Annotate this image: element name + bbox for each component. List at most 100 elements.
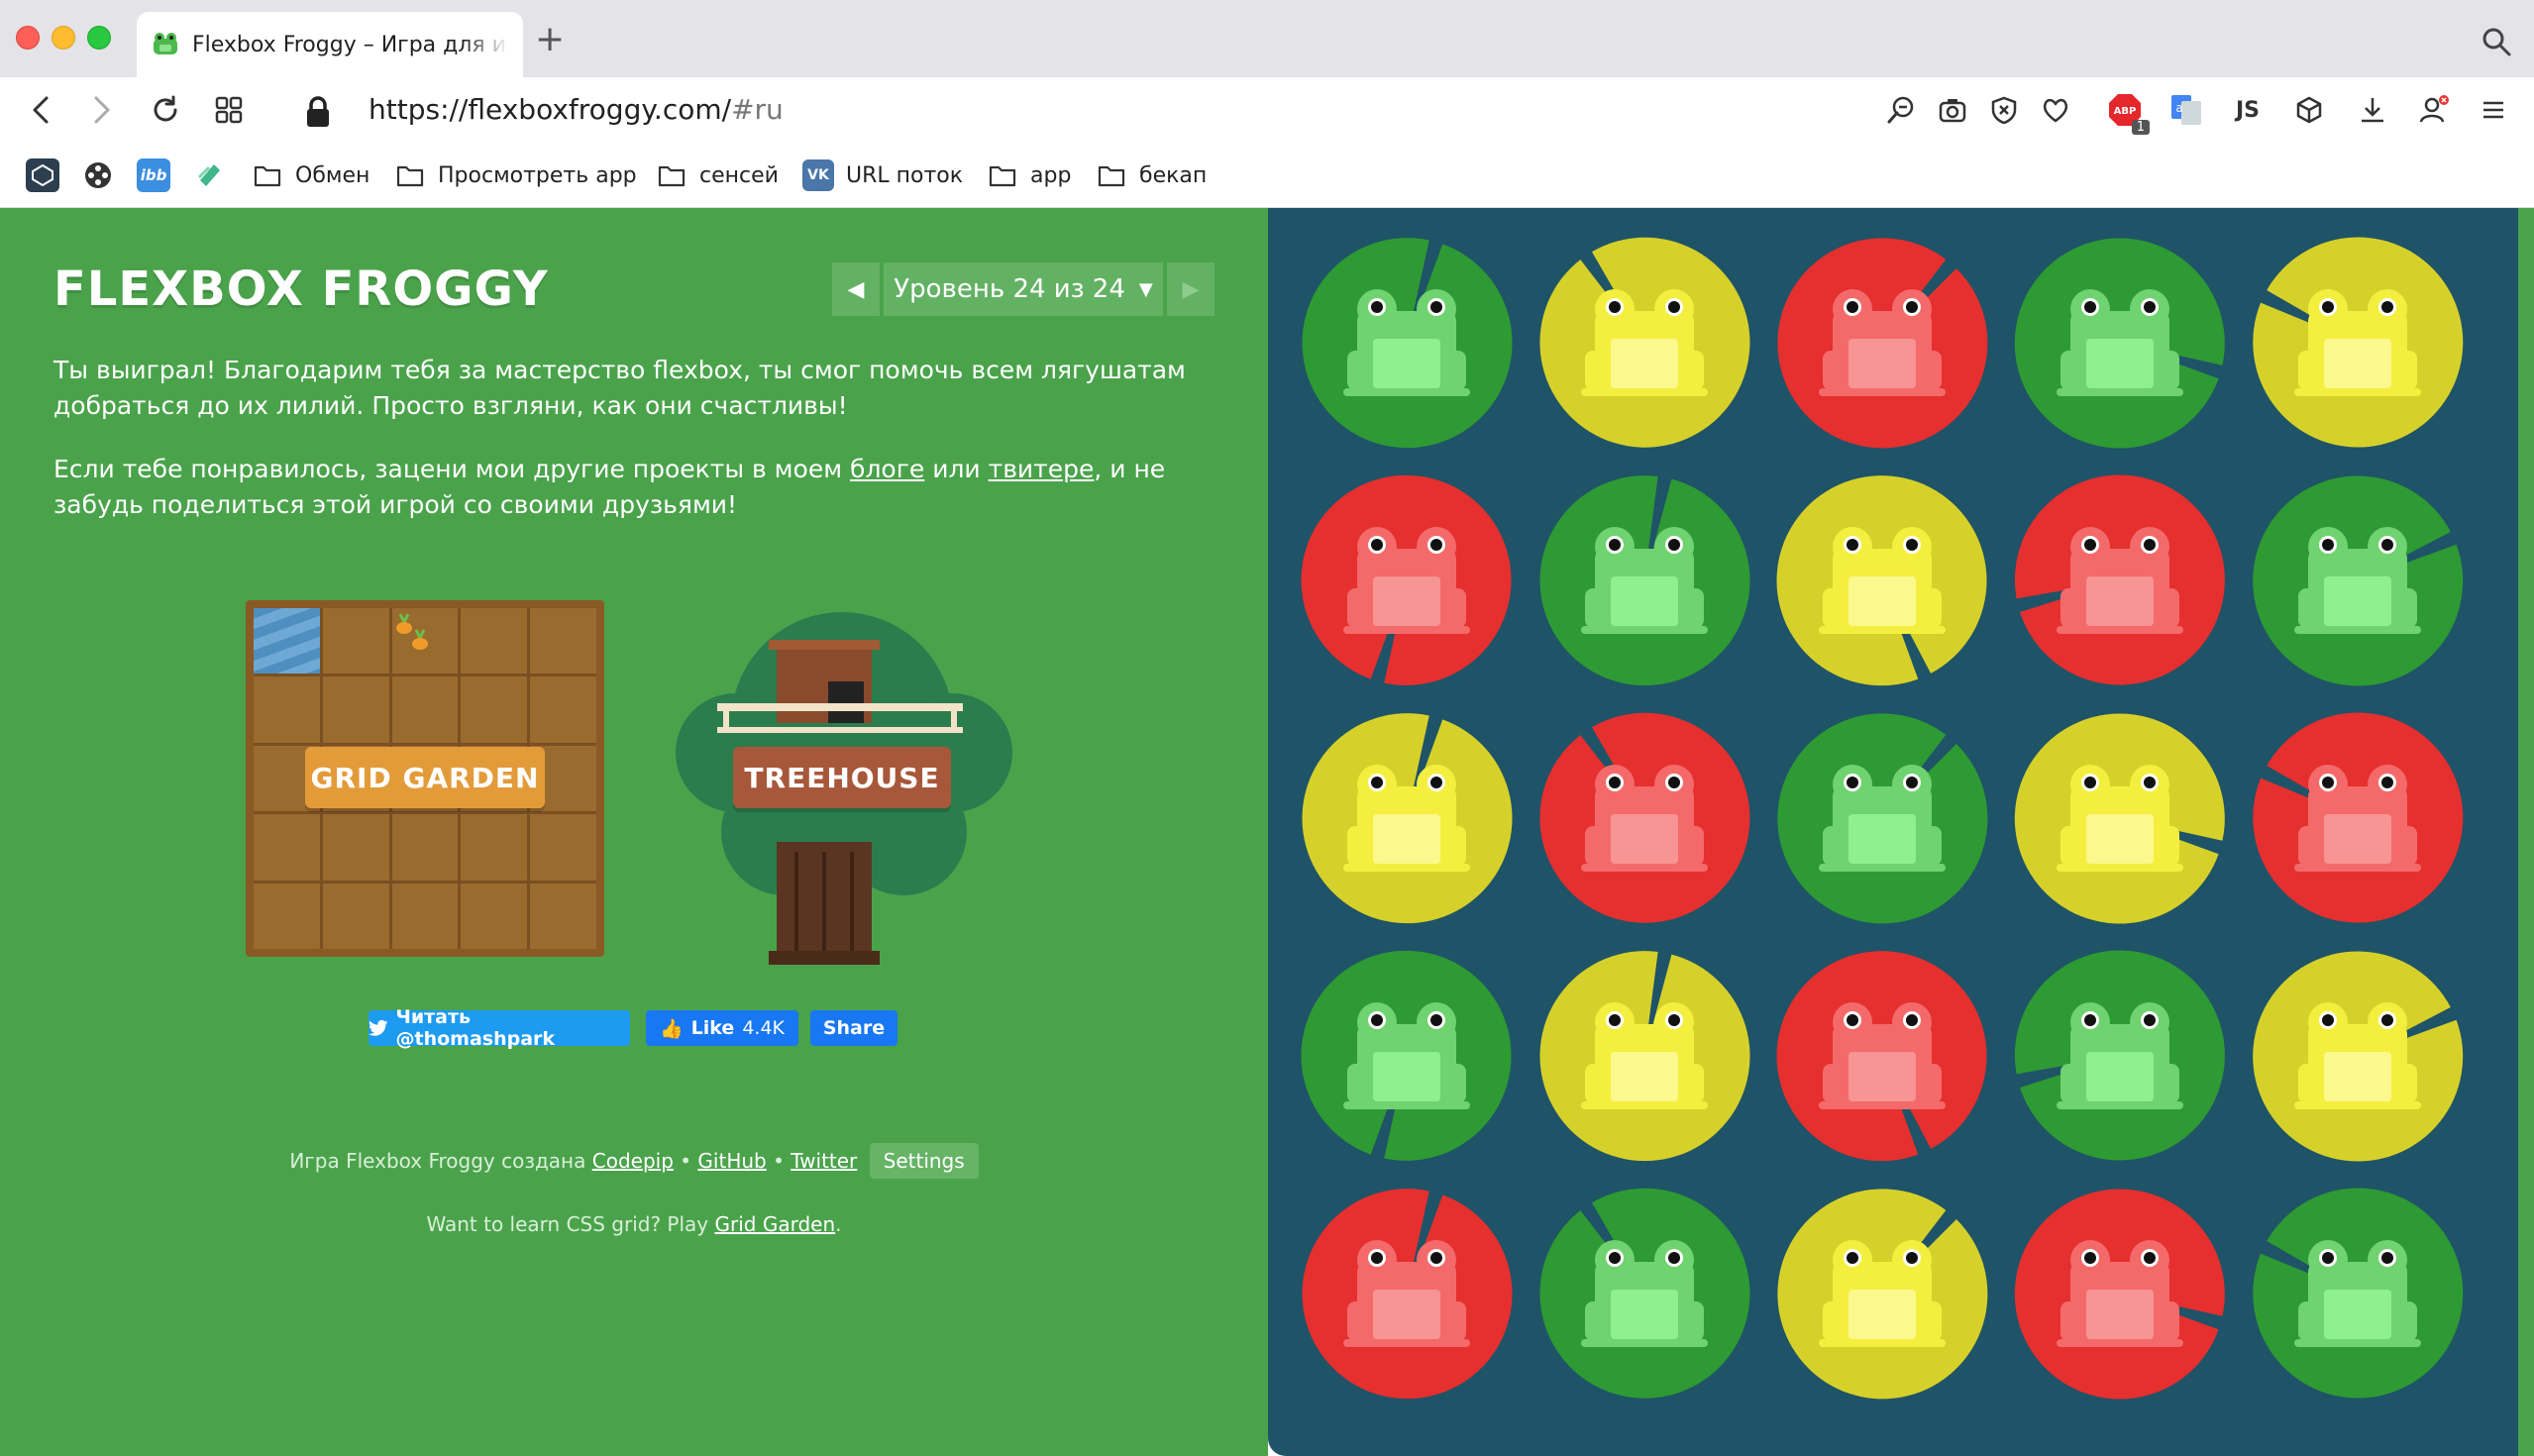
- water-tile: [254, 608, 320, 675]
- cube-icon[interactable]: [2290, 91, 2328, 129]
- tab-title: Flexbox Froggy – Игра для изучения CSS F…: [192, 32, 509, 57]
- win-message: Ты выиграл! Благодарим тебя за мастерств…: [53, 356, 1186, 420]
- twitter-link[interactable]: твитере: [989, 455, 1095, 483]
- menu-icon[interactable]: [2475, 91, 2512, 129]
- footer-prefix: Игра Flexbox Froggy создана: [289, 1149, 586, 1173]
- green-frog-on-lilypad: [1771, 707, 1993, 929]
- grid-garden-link[interactable]: Grid Garden: [715, 1212, 836, 1236]
- yellow-frog-on-lilypad: [1771, 469, 1993, 691]
- grid-garden-button[interactable]: GRID GARDEN: [305, 747, 545, 808]
- yellow-frog-on-lilypad: [1533, 232, 1755, 454]
- account-icon[interactable]: [2415, 91, 2453, 129]
- js-toggle[interactable]: JS: [2229, 91, 2267, 129]
- level-selector: ◀ Уровень 24 из 24 ▼ ▶: [832, 262, 1214, 316]
- translate-icon[interactable]: a: [2167, 91, 2205, 129]
- download-icon[interactable]: [2354, 91, 2391, 129]
- bookmark-label: Обмен: [295, 162, 370, 188]
- pond-board: [1268, 208, 2518, 1456]
- close-window-button[interactable]: [16, 26, 40, 50]
- like-count: 4.4K: [742, 1017, 785, 1039]
- bookmark-label: сенсей: [699, 162, 779, 188]
- green-frog-on-lilypad: [2009, 232, 2231, 454]
- carrot-icon: [396, 613, 428, 650]
- bookmark-url-stream[interactable]: VK URL поток: [802, 156, 963, 194]
- level-dropdown[interactable]: Уровень 24 из 24 ▼: [884, 262, 1163, 316]
- heart-icon[interactable]: [2037, 91, 2074, 129]
- film-reel-icon[interactable]: [81, 158, 115, 192]
- green-frog-on-lilypad: [1296, 232, 1518, 454]
- footer-promo-text: Want to learn CSS grid? Play: [426, 1212, 715, 1236]
- bookmark-sensei[interactable]: сенсей: [656, 156, 779, 194]
- back-arrow-icon[interactable]: [20, 89, 61, 131]
- reload-icon[interactable]: [145, 89, 186, 131]
- facebook-like-button[interactable]: 👍 Like 4.4K: [646, 1010, 798, 1046]
- green-frog-on-lilypad: [1296, 945, 1518, 1167]
- url-hash: #ru: [731, 93, 784, 126]
- codepip-link[interactable]: Codepip: [592, 1149, 674, 1173]
- blog-link[interactable]: блоге: [850, 455, 924, 483]
- prev-level-button[interactable]: ◀: [832, 262, 880, 316]
- red-frog-on-lilypad: [2009, 469, 2231, 691]
- tabs-grid-icon[interactable]: [208, 89, 250, 131]
- red-frog-on-lilypad: [1771, 945, 1993, 1167]
- pages-icon[interactable]: [192, 158, 226, 192]
- zoom-search-icon[interactable]: [1882, 91, 1920, 129]
- ibb-icon[interactable]: ibb: [137, 158, 170, 192]
- footer-grid-promo: Want to learn CSS grid? Play Grid Garden…: [0, 1212, 1268, 1236]
- yellow-frog-on-lilypad: [1771, 1183, 1993, 1404]
- red-frog-on-lilypad: [1296, 469, 1518, 691]
- treehouse-button[interactable]: TREEHOUSE: [733, 747, 951, 808]
- bookmark-label: URL поток: [846, 162, 964, 188]
- adblock-icon[interactable]: ABP 1: [2106, 91, 2150, 135]
- settings-button[interactable]: Settings: [869, 1143, 979, 1179]
- folder-icon: [394, 159, 426, 191]
- like-label: Like: [690, 1017, 735, 1039]
- browser-toolbar: https://flexboxfroggy.com/#ru ABP 1 a JS: [0, 77, 2534, 143]
- svg-text:a: a: [2175, 101, 2182, 115]
- vk-icon: VK: [802, 159, 834, 191]
- camera-icon[interactable]: [1934, 91, 1971, 129]
- bookmark-label: бекап: [1139, 162, 1208, 188]
- promo-message: Если тебе понравилось, зацени мои другие…: [53, 452, 1242, 523]
- red-frog-on-lilypad: [1296, 1183, 1518, 1404]
- twitter-follow-button[interactable]: Читать @thomashpark: [369, 1006, 630, 1050]
- github-link[interactable]: GitHub: [697, 1149, 766, 1173]
- new-tab-button[interactable]: +: [535, 22, 565, 57]
- red-frog-on-lilypad: [2009, 1183, 2231, 1404]
- browser-tab-active[interactable]: Flexbox Froggy – Игра для изучения CSS F…: [137, 12, 523, 77]
- caret-down-icon: ▼: [1138, 278, 1153, 300]
- facebook-share-button[interactable]: Share: [810, 1010, 897, 1046]
- codepen-icon[interactable]: [26, 158, 59, 192]
- zoom-window-button[interactable]: [87, 26, 111, 50]
- folder-icon: [252, 159, 283, 191]
- footer-separator: •: [773, 1149, 785, 1173]
- footer-separator: •: [680, 1149, 692, 1173]
- yellow-frog-on-lilypad: [2247, 232, 2469, 454]
- bookmark-obmen[interactable]: Обмен: [252, 156, 370, 194]
- folder-icon: [656, 159, 687, 191]
- bookmark-app[interactable]: app: [987, 156, 1071, 194]
- tab-search-icon[interactable]: [2481, 26, 2512, 57]
- promo-text-start: Если тебе понравилось, зацени мои другие…: [53, 455, 851, 483]
- frog-favicon-icon: [151, 32, 180, 57]
- address-bar[interactable]: https://flexboxfroggy.com/#ru: [369, 91, 784, 129]
- lock-icon[interactable]: [303, 95, 333, 129]
- page-content: FLEXBOX FROGGY ◀ Уровень 24 из 24 ▼ ▶ Ты…: [0, 208, 2534, 1456]
- minimize-window-button[interactable]: [52, 26, 75, 50]
- promo-text-or: или: [924, 455, 989, 483]
- next-level-button[interactable]: ▶: [1167, 262, 1214, 316]
- twitter-footer-link[interactable]: Twitter: [791, 1149, 857, 1173]
- green-frog-on-lilypad: [2009, 945, 2231, 1167]
- bookmark-view-app[interactable]: Просмотреть app: [394, 156, 637, 194]
- forward-arrow-icon[interactable]: [81, 89, 123, 131]
- footer-promo-suffix: .: [835, 1212, 842, 1236]
- game-logo[interactable]: FLEXBOX FROGGY: [53, 261, 549, 317]
- bookmark-label: Просмотреть app: [438, 162, 637, 188]
- green-frog-on-lilypad: [2247, 1183, 2469, 1404]
- level-label: Уровень 24 из 24: [894, 274, 1125, 304]
- blocker-icon[interactable]: [1985, 91, 2023, 129]
- svg-text:ABP: ABP: [2114, 106, 2137, 117]
- bookmark-backup[interactable]: бекап: [1096, 156, 1207, 194]
- thumbs-up-icon: 👍: [660, 1017, 684, 1040]
- browser-titlebar: Flexbox Froggy – Игра для изучения CSS F…: [0, 0, 2534, 77]
